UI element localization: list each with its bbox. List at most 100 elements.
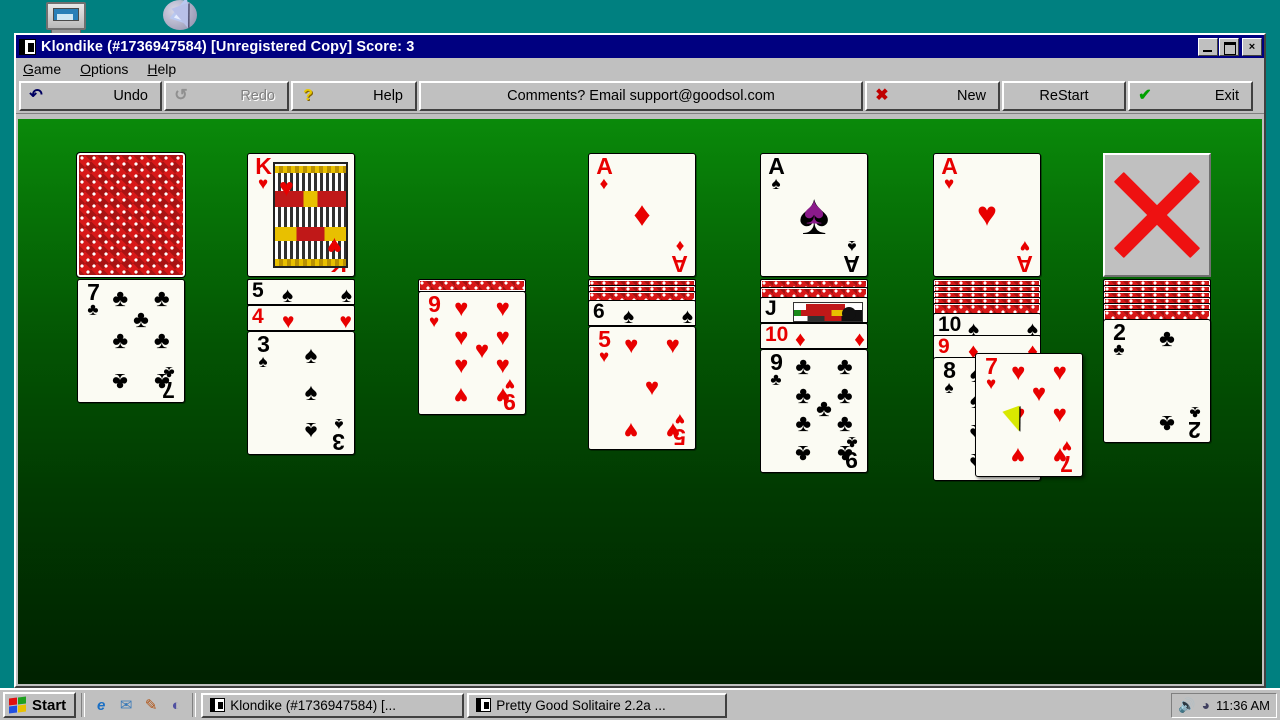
question-mark-icon: ?: [303, 87, 313, 104]
card-suit-icon: ♦: [795, 328, 806, 349]
restart-button[interactable]: ReStart: [1002, 81, 1126, 111]
card-corner-top: 5 ♥: [593, 328, 615, 366]
tableau-3-card-9-of-hearts[interactable]: 9 ♥ 9 ♥ ♥ ♥ ♥ ♥ ♥ ♥ ♥ ♥ ♥: [418, 291, 526, 415]
center-pip: ♦: [633, 195, 651, 234]
start-label: Start: [32, 696, 67, 714]
foundation-ace-of-hearts[interactable]: A ♥ A ♥ ♥: [933, 153, 1041, 277]
paint-icon[interactable]: ✎: [140, 694, 162, 716]
card-rank: 10: [765, 323, 789, 346]
pip-field: ♣ ♣ ♣ ♣ ♣ ♣ ♣ ♣ ♣: [795, 353, 853, 467]
card-suit-icon: ♠: [282, 284, 294, 305]
menu-item-game[interactable]: GGameame: [23, 61, 61, 77]
tableau-4-card-5-of-hearts[interactable]: 5 ♥ 5 ♥ ♥ ♥ ♥ ♥ ♥: [588, 326, 696, 450]
card-suit-icon: ♣: [1113, 340, 1125, 359]
pip-field: ♥ ♥ ♥ ♥ ♥ ♥ ♥ ♥ ♥: [454, 295, 510, 409]
pip-field: ♥ ♥ ♥ ♥ ♥: [624, 332, 680, 444]
undo-button[interactable]: ↷ Undo: [19, 81, 162, 111]
jack-court-art: [793, 302, 863, 322]
card-suit-icon: ♣: [770, 370, 782, 389]
card-corner-top: 2 ♣: [1108, 321, 1130, 359]
maximize-button[interactable]: [1219, 37, 1239, 56]
pip-field: ♠ ♠ ♠: [304, 341, 318, 445]
taskbar-item-klondike[interactable]: Klondike (#1736947584) [...: [201, 692, 465, 718]
taskbar-separator: [192, 693, 197, 717]
card-rank: 9: [938, 335, 950, 358]
window-title: Klondike (#1736947584) [Unregistered Cop…: [41, 38, 415, 55]
volume-icon[interactable]: 🔊: [1178, 697, 1195, 714]
new-label: New: [956, 88, 986, 104]
redo-arrow-icon: ↺: [174, 87, 188, 104]
window-titlebar[interactable]: Klondike (#1736947584) [Unregistered Cop…: [16, 35, 1264, 58]
tableau-1-card-7-of-clubs[interactable]: 7 ♣ 7 ♣ ♣ ♣ ♣ ♣ ♣ ♣ ♣: [77, 279, 185, 403]
card-rank: 5: [252, 279, 264, 302]
tableau-5-card-jack-of-spades[interactable]: J: [760, 297, 868, 323]
card-pips: ♦ ♦: [795, 328, 865, 349]
pretty-good-solitaire-app-icon: [476, 698, 492, 712]
card-corner-top: A ♦: [593, 155, 615, 193]
menu-item-help[interactable]: Help: [147, 61, 176, 77]
card-suit-icon: ♣: [87, 300, 99, 319]
card-rank: 6: [593, 300, 605, 323]
help-label: Help: [373, 88, 403, 104]
card-corner-top: 3 ♠: [252, 333, 274, 371]
dragged-card-7-of-hearts[interactable]: 7 ♥ 7 ♥ ♥ ♥ ♥ ♥ ♥ ♥ ♥: [975, 353, 1083, 477]
clock[interactable]: 11:36 AM: [1216, 698, 1270, 713]
foundation-ace-of-diamonds[interactable]: A ♦ A ♦ ♦: [588, 153, 696, 277]
card-suit-icon: ♠: [681, 305, 693, 326]
restart-label: ReStart: [1039, 88, 1089, 104]
redo-button[interactable]: ↺ Redo: [164, 81, 289, 111]
stock-pile[interactable]: [76, 152, 186, 278]
tableau-2-card-4-of-hearts[interactable]: 4 ♥ ♥: [247, 305, 355, 331]
card-suit-icon: ♥: [428, 312, 440, 331]
card-corner-top: 8 ♠: [938, 359, 960, 397]
card-suit-icon: ♥: [985, 374, 997, 393]
card-corner-top: 9 ♣: [765, 351, 787, 389]
klondike-window: Klondike (#1736947584) [Unregistered Cop…: [14, 33, 1266, 688]
exit-button[interactable]: ✔ Exit: [1128, 81, 1253, 111]
my-computer-icon: [46, 2, 86, 30]
tableau-2-card-5-of-spades[interactable]: 5 ♠ ♠: [247, 279, 355, 305]
minimize-button[interactable]: [1198, 37, 1218, 56]
card-suit-icon: ♥: [282, 310, 295, 331]
foundation-ace-of-spades[interactable]: A ♠ A ♠ ♠: [760, 153, 868, 277]
help-button[interactable]: ? Help: [291, 81, 417, 111]
card-suit-icon: ♠: [623, 305, 635, 326]
active-desktop-icon[interactable]: ◐: [165, 694, 187, 716]
pip-field: ♣ ♣ ♣ ♣ ♣ ♣ ♣: [112, 285, 170, 395]
card-rank: 4: [252, 305, 264, 328]
pip-field: ♣ ♣: [1159, 325, 1175, 437]
card-suit-icon: ♥: [598, 347, 610, 366]
network-icon[interactable]: ◕: [1202, 697, 1210, 713]
new-game-button[interactable]: ✖ New: [865, 81, 1000, 111]
klondike-app-icon: [210, 698, 226, 712]
card-suit-icon: ♦: [854, 328, 865, 349]
center-pip: ♥: [976, 195, 998, 234]
green-check-icon: ✔: [1138, 87, 1152, 104]
card-corner-bottom: A ♦: [669, 237, 691, 277]
card-suit-icon: ♠: [944, 378, 954, 397]
card-corner-top: 7 ♥: [980, 355, 1002, 393]
comments-email-button[interactable]: Comments? Email support@goodsol.com: [419, 81, 863, 111]
tableau-5-card-9-of-clubs[interactable]: 9 ♣ 9 ♣ ♣ ♣ ♣ ♣ ♣ ♣ ♣ ♣ ♣: [760, 349, 868, 473]
card-pips: ♠ ♠: [282, 284, 352, 305]
waste-pile-king-of-hearts[interactable]: K ♥ K ♥ ♥ ♥: [247, 153, 355, 277]
tableau-2-card-3-of-spades[interactable]: 3 ♠ 3 ♠ ♠ ♠ ♠: [247, 331, 355, 455]
tableau-4-card-6-of-spades[interactable]: 6 ♠ ♠: [588, 300, 696, 326]
empty-foundation-slot[interactable]: [1103, 153, 1211, 277]
menu-item-options[interactable]: Options: [80, 61, 128, 77]
close-button[interactable]: ×: [1242, 37, 1262, 56]
desktop-icon-my-computer[interactable]: [38, 2, 94, 35]
undo-arrow-icon: ↷: [29, 87, 43, 104]
app-icon: [19, 38, 36, 55]
internet-explorer-icon[interactable]: e: [90, 694, 112, 716]
start-button[interactable]: Start: [3, 692, 77, 718]
taskbar-item-pretty-good-solitaire[interactable]: Pretty Good Solitaire 2.2a ...: [467, 692, 728, 718]
outlook-express-icon[interactable]: ✉: [115, 694, 137, 716]
comments-label: Comments? Email support@goodsol.com: [507, 88, 775, 104]
tableau-5-card-10-of-diamonds[interactable]: 10 ♦ ♦: [760, 323, 868, 349]
windows-logo-icon: [9, 695, 27, 714]
card-corner-top: A ♠: [765, 155, 787, 193]
tableau-7-card-2-of-clubs[interactable]: 2 ♣ 2 ♣ ♣ ♣: [1103, 319, 1211, 443]
redo-label: Redo: [240, 88, 275, 104]
card-corner-top: 9 ♥: [423, 293, 445, 331]
